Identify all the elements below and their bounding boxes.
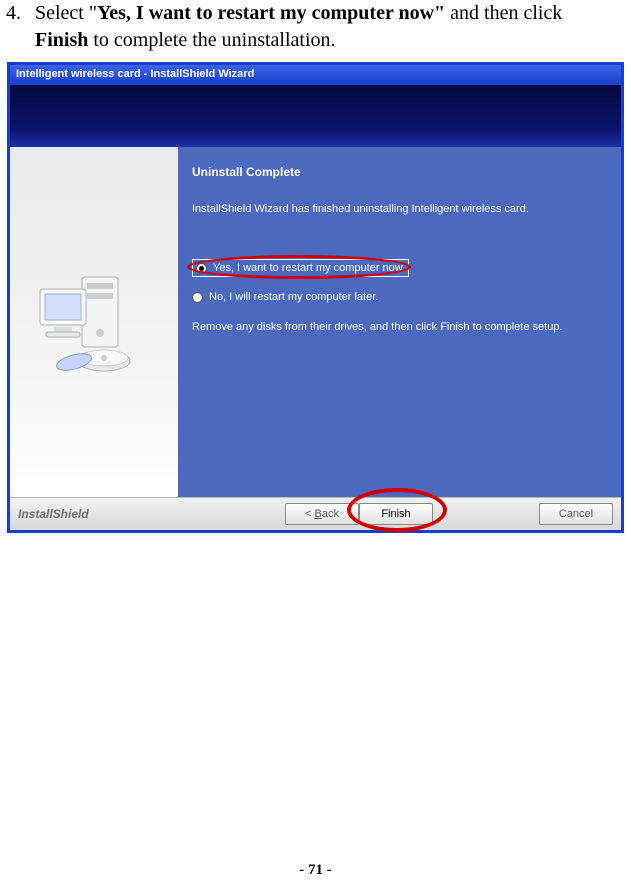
content-panel: Uninstall Complete InstallShield Wizard … (178, 147, 621, 497)
content-heading: Uninstall Complete (192, 165, 607, 179)
radio-option-no[interactable]: No, I will restart my computer later. (192, 291, 607, 303)
back-button[interactable]: < Back (285, 503, 359, 525)
bottom-bar: InstallShield < Back Finish Cancel (10, 497, 621, 530)
step-text: Select "Yes, I want to restart my comput… (35, 0, 619, 54)
brand-label: InstallShield (18, 507, 89, 521)
header-banner (10, 85, 621, 147)
radio-icon (192, 292, 203, 303)
wizard-body: Uninstall Complete InstallShield Wizard … (10, 85, 621, 530)
step-number: 4. (6, 0, 21, 54)
radio-option-yes[interactable]: Yes, I want to restart my computer now. (192, 259, 607, 277)
note-text: Remove any disks from their drives, and … (192, 321, 607, 333)
computer-illustration-icon (34, 267, 154, 377)
page-number: - 71 - (0, 862, 631, 879)
wizard-window: Intelligent wireless card - InstallShiel… (7, 62, 624, 533)
side-panel (10, 147, 178, 497)
radio-no-label: No, I will restart my computer later. (209, 291, 378, 303)
cancel-button[interactable]: Cancel (539, 503, 613, 525)
content-description: InstallShield Wizard has finished uninst… (192, 203, 607, 215)
finish-button[interactable]: Finish (359, 503, 433, 525)
instruction-step: 4. Select "Yes, I want to restart my com… (0, 0, 631, 54)
radio-icon (196, 263, 207, 274)
window-titlebar: Intelligent wireless card - InstallShiel… (10, 65, 621, 85)
radio-yes-label: Yes, I want to restart my computer now. (213, 262, 405, 274)
